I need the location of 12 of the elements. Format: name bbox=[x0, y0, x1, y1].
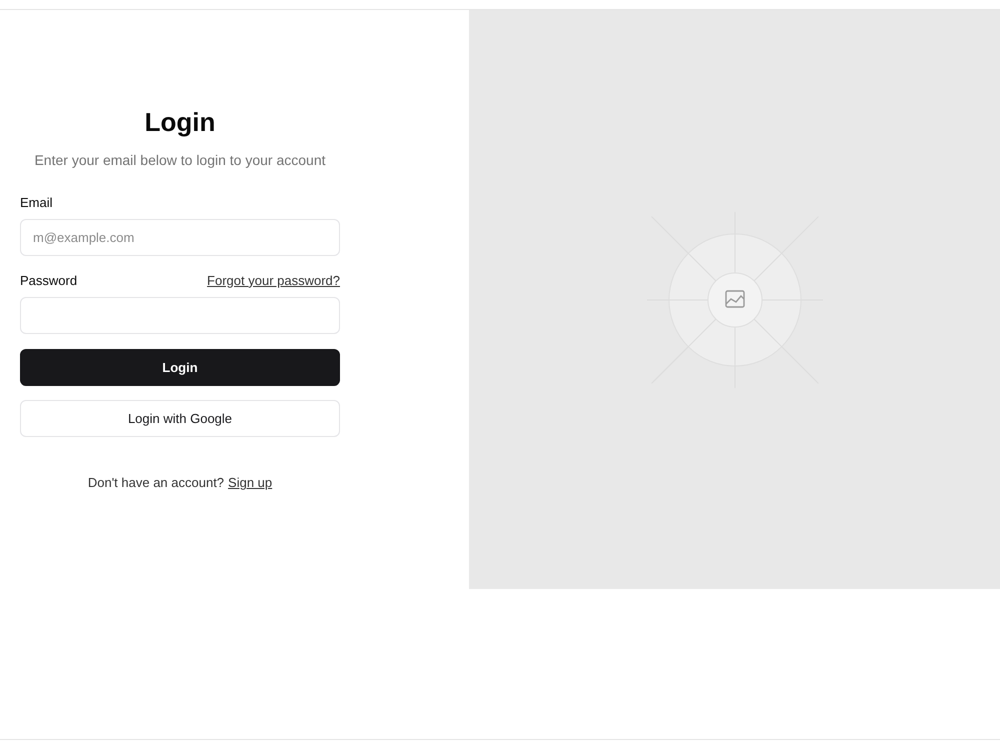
forgot-password-link[interactable]: Forgot your password? bbox=[207, 270, 340, 290]
login-button[interactable]: Login bbox=[20, 349, 340, 386]
signup-link[interactable]: Sign up bbox=[228, 473, 272, 493]
password-field[interactable] bbox=[20, 297, 340, 334]
email-label: Email bbox=[20, 194, 54, 212]
google-login-button[interactable]: Login with Google bbox=[20, 400, 340, 438]
signup-prompt: Don't have an account? bbox=[88, 474, 224, 492]
password-label: Password bbox=[20, 272, 78, 290]
login-subtitle: Enter your email below to login to your account bbox=[33, 151, 327, 170]
login-title: Login bbox=[144, 106, 216, 138]
image-icon bbox=[724, 290, 744, 308]
email-field[interactable]: m@example.com bbox=[20, 218, 340, 256]
